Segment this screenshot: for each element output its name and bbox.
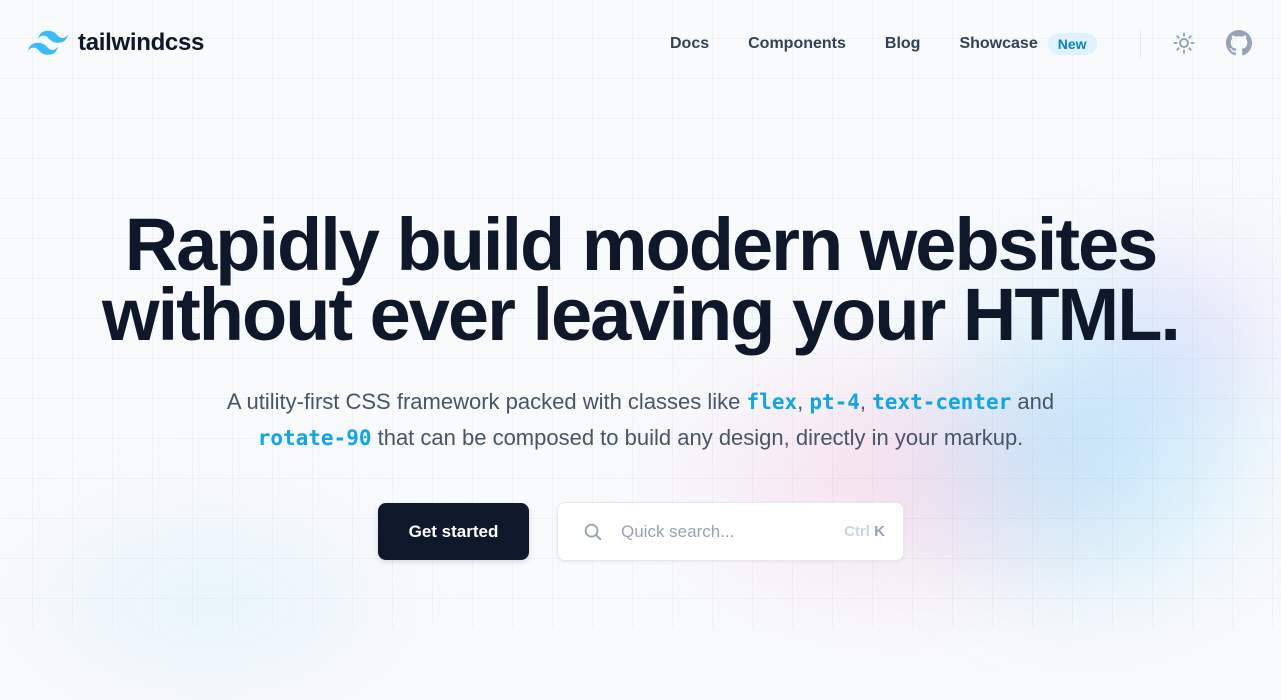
theme-toggle-button[interactable] bbox=[1171, 30, 1197, 56]
brand-name: tailwindcss bbox=[78, 29, 205, 56]
subtitle-text: , bbox=[859, 389, 873, 414]
hero-headline-line: Rapidly build modern websites bbox=[124, 203, 1159, 286]
background-glow bbox=[640, 330, 1160, 630]
code-snippet: pt-4 bbox=[809, 390, 860, 414]
subtitle-text: and bbox=[1011, 389, 1055, 414]
get-started-button[interactable]: Get started bbox=[378, 503, 529, 560]
keyboard-shortcut: Ctrl K bbox=[844, 523, 885, 540]
search-icon bbox=[584, 523, 602, 540]
hero-subtitle: A utility-first CSS framework packed wit… bbox=[140, 384, 1141, 456]
top-navigation: tailwindcss Docs Components Blog Showcas… bbox=[0, 0, 1281, 88]
quick-search-button[interactable]: Quick search... Ctrl K bbox=[557, 502, 904, 561]
nav-link-showcase[interactable]: Showcase bbox=[959, 33, 1037, 55]
search-placeholder: Quick search... bbox=[621, 521, 735, 541]
nav-link-components[interactable]: Components bbox=[748, 33, 846, 55]
code-snippet: rotate-90 bbox=[257, 426, 372, 450]
background-glow bbox=[0, 500, 420, 700]
shortcut-key: K bbox=[874, 523, 885, 540]
subtitle-text: that can be composed to build any design… bbox=[371, 425, 1024, 450]
nav-divider bbox=[1140, 29, 1141, 58]
hero-headline: Rapidly build modern websites without ev… bbox=[0, 203, 1281, 356]
home-logo-link[interactable]: tailwindcss bbox=[28, 28, 204, 58]
primary-nav: Docs Components Blog Showcase New bbox=[670, 33, 1097, 55]
code-snippet: flex bbox=[746, 390, 798, 414]
nav-item-showcase: Showcase New bbox=[959, 33, 1097, 55]
new-badge: New bbox=[1047, 33, 1097, 55]
github-icon bbox=[1226, 30, 1252, 56]
shortcut-modifier: Ctrl bbox=[844, 523, 870, 540]
code-snippet: text-center bbox=[872, 390, 1012, 414]
subtitle-text: , bbox=[797, 389, 810, 414]
nav-link-docs[interactable]: Docs bbox=[670, 33, 709, 55]
tailwind-logo-icon bbox=[28, 30, 68, 55]
hero-headline-line: without ever leaving your HTML. bbox=[102, 273, 1181, 356]
sun-icon bbox=[1173, 32, 1195, 54]
subtitle-text: A utility-first CSS framework packed wit… bbox=[226, 389, 747, 414]
nav-link-blog[interactable]: Blog bbox=[885, 33, 921, 55]
github-link[interactable] bbox=[1226, 30, 1252, 56]
